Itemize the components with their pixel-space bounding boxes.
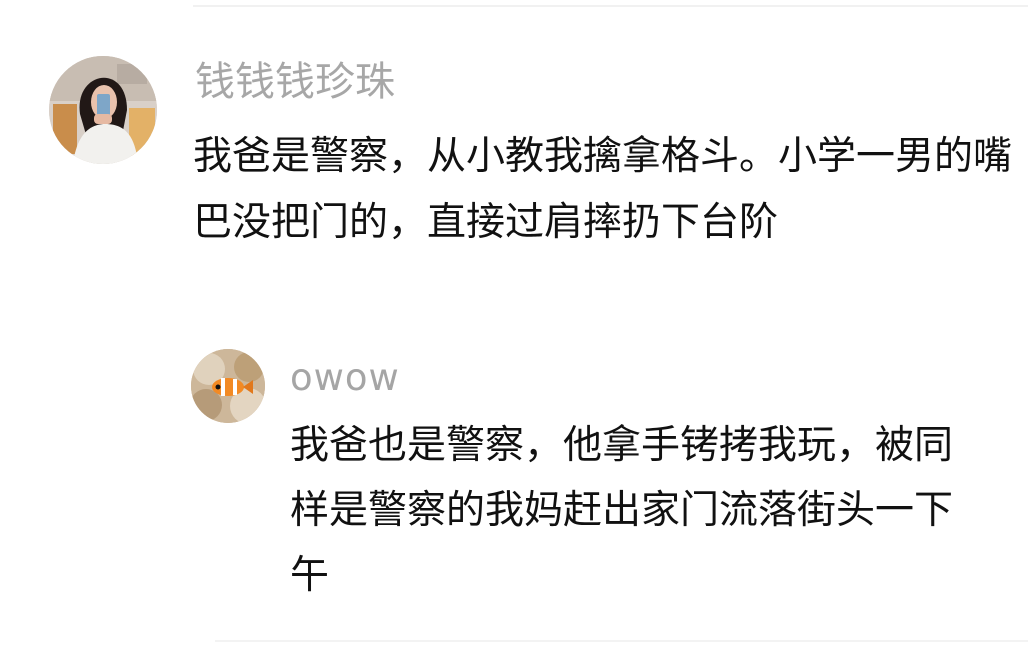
comment-text: 我爸是警察，从小教我擒拿格斗。小学一男的嘴巴没把门的，直接过肩摔扔下台阶 bbox=[193, 134, 1013, 245]
bottom-divider bbox=[215, 640, 1028, 642]
reply-username[interactable]: owow bbox=[290, 356, 400, 400]
comment-username[interactable]: 钱钱钱珍珠 bbox=[195, 58, 395, 106]
avatar-photo bbox=[49, 56, 157, 164]
reply-avatar-image bbox=[191, 349, 265, 423]
user-photo-avatar-icon[interactable] bbox=[49, 56, 157, 164]
top-divider bbox=[193, 5, 1028, 7]
clownfish-avatar-icon[interactable] bbox=[191, 349, 265, 423]
reply-text: 我爸也是警察，他拿手铐拷我玩，被同样是警察的我妈赶出家门流落街头一下午 bbox=[290, 423, 954, 598]
